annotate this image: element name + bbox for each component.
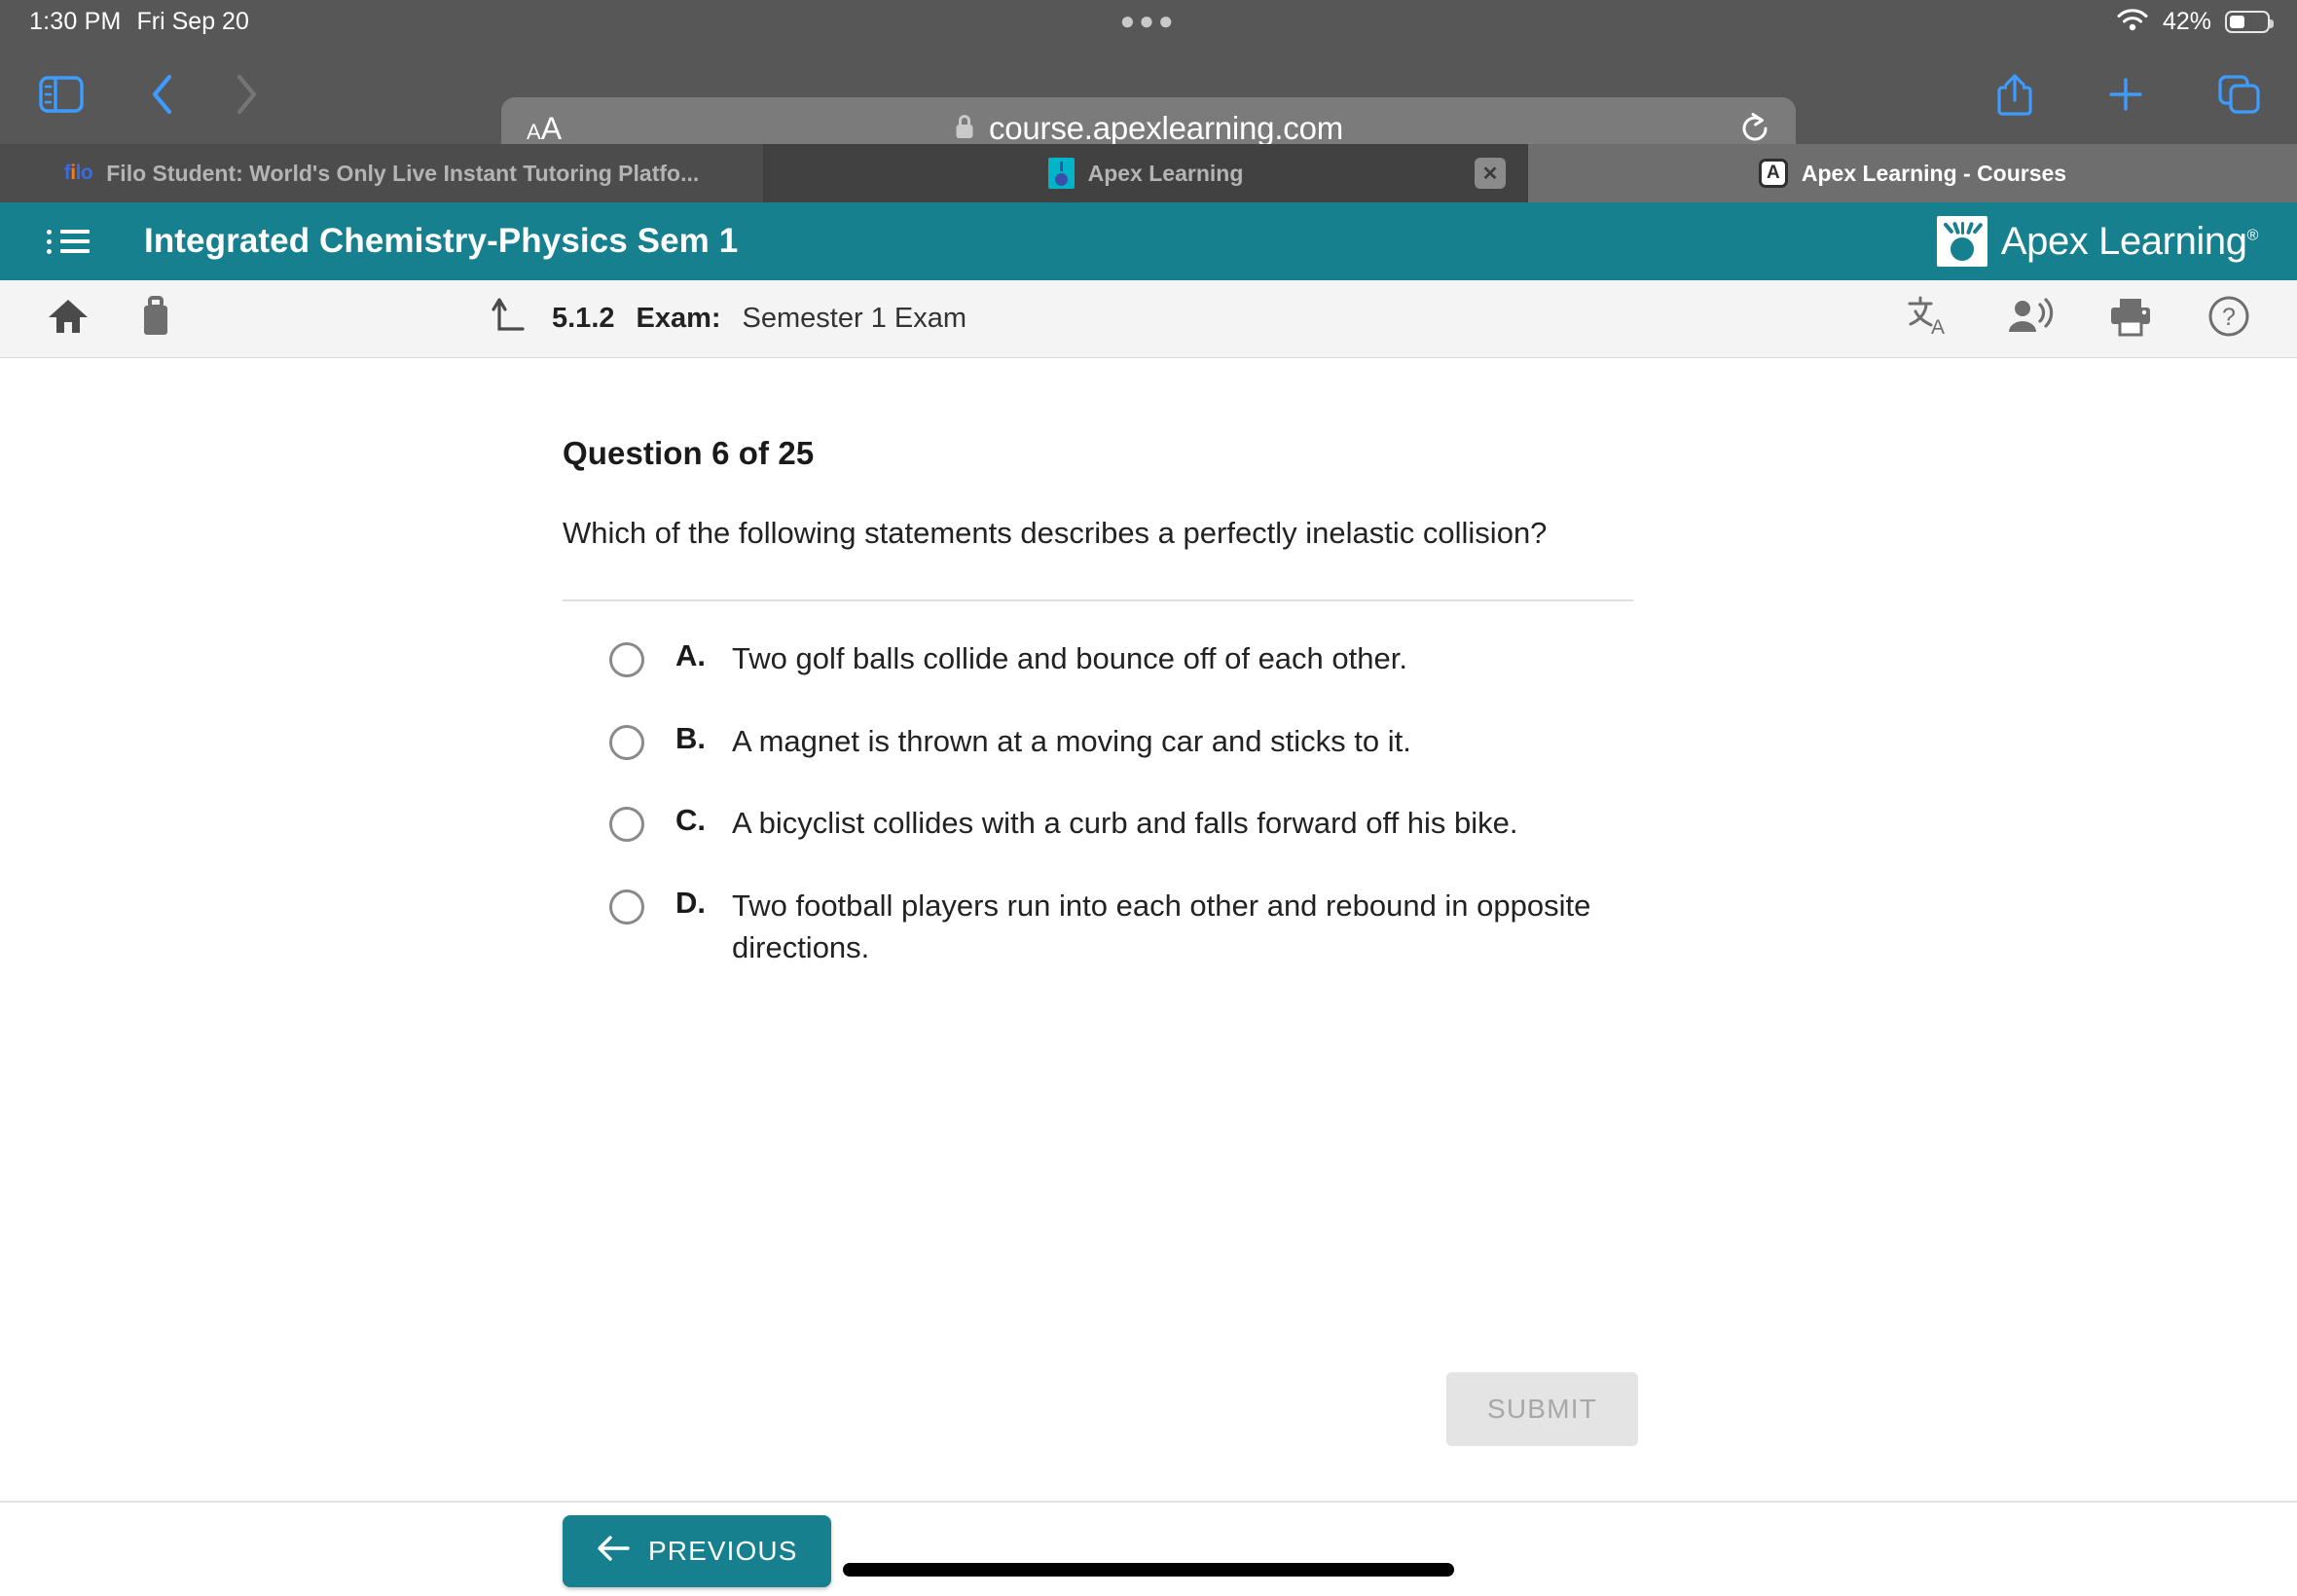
activity-toolbar-left [47,296,175,342]
tab-bar: filo Filo Student: World's Only Live Ins… [0,144,2297,202]
url-display[interactable]: course.apexlearning.com [501,110,1796,147]
plus-icon[interactable] [2106,75,2145,114]
ios-status-bar: 1:30 PM Fri Sep 20 ●●● 42% [0,0,2297,44]
activity-toolbar: 5.1.2 Exam: Semester 1 Exam A ? [0,280,2297,358]
safari-toolbar: AA course.apexlearning.com [0,44,2297,160]
exam-content: Question 6 of 25 Which of the following … [0,359,2297,1501]
help-circle-icon[interactable]: ? [2207,295,2250,343]
tab-label: Apex Learning [1087,160,1244,186]
filo-favicon: filo [63,162,93,184]
battery-percent: 42% [2162,8,2211,35]
wifi-icon [2116,7,2149,37]
option-letter: C. [675,803,706,838]
home-indicator[interactable] [843,1563,1454,1577]
apex-a-favicon: A [1758,159,1788,188]
apex-bulb-favicon [1047,158,1075,189]
battery-icon [2225,11,2274,33]
svg-text:A: A [1931,316,1945,338]
apex-lightbulb-logo [1936,216,1987,267]
close-icon[interactable]: ✕ [1475,158,1506,189]
option-letter: A. [675,637,706,672]
previous-button[interactable]: PREVIOUS [563,1515,831,1587]
brand-name: Apex Learning® [2000,219,2259,263]
submit-row: SUBMIT [563,1372,1638,1446]
forward-button [234,73,259,116]
tab-apex-learning-courses[interactable]: A Apex Learning - Courses [1528,144,2297,202]
arrow-left-icon [596,1534,631,1570]
question-block: Question 6 of 25 Which of the following … [563,435,1638,1010]
tabs-overview-icon[interactable] [2217,74,2262,115]
divider [563,598,1633,601]
activity-code: 5.1.2 [552,303,615,334]
radio-button[interactable] [609,889,644,925]
ipad-screen: 1:30 PM Fri Sep 20 ●●● 42% AA course.ape… [0,0,2297,1596]
option-d[interactable]: D. Two football players run into each ot… [609,886,1638,969]
briefcase-icon[interactable] [136,296,175,342]
status-bar-right: 42% [2116,0,2274,44]
radio-button[interactable] [609,807,644,843]
activity-name: Semester 1 Exam [742,303,967,334]
tab-apex-learning[interactable]: Apex Learning ✕ [764,144,1528,202]
back-button[interactable] [150,73,175,116]
apex-learning-logo: Apex Learning® [1936,216,2259,267]
activity-kind: Exam: [636,303,721,334]
page-title: Integrated Chemistry-Physics Sem 1 [144,222,739,260]
answer-options: A. Two golf balls collide and bounce off… [609,638,1638,969]
option-text: Two football players run into each other… [732,889,1591,964]
option-letter: D. [675,886,706,921]
exam-footer: PREVIOUS [0,1501,2297,1596]
reload-icon[interactable] [1737,111,1772,146]
course-header: Integrated Chemistry-Physics Sem 1 Apex … [0,202,2297,280]
option-text: A bicyclist collides with a curb and fal… [732,806,1518,841]
svg-text:?: ? [2222,304,2236,331]
submit-button[interactable]: SUBMIT [1446,1372,1638,1446]
safari-right-icons [1995,44,2262,144]
option-a[interactable]: A. Two golf balls collide and bounce off… [609,638,1638,680]
radio-button[interactable] [609,641,644,677]
option-b[interactable]: B. A magnet is thrown at a moving car an… [609,721,1638,763]
print-icon[interactable] [2108,296,2153,342]
tab-filo-student[interactable]: filo Filo Student: World's Only Live Ins… [0,144,764,202]
activity-toolbar-right: A ? [1906,295,2250,343]
url-text: course.apexlearning.com [988,110,1344,146]
question-heading: Question 6 of 25 [563,435,815,471]
option-text: Two golf balls collide and bounce off of… [732,640,1407,675]
level-up-arrow-icon[interactable] [492,296,530,342]
radio-button[interactable] [609,724,644,760]
option-letter: B. [675,720,706,755]
lock-icon [954,113,975,145]
tab-label: Apex Learning - Courses [1801,160,2067,186]
home-icon[interactable] [47,297,90,341]
option-text: A magnet is thrown at a moving car and s… [732,723,1411,758]
sidebar-icon[interactable] [39,75,84,114]
tab-label: Filo Student: World's Only Live Instant … [106,160,700,186]
multitask-handle[interactable]: ●●● [0,8,2297,33]
breadcrumb: 5.1.2 Exam: Semester 1 Exam [492,296,966,342]
previous-label: PREVIOUS [648,1536,798,1566]
share-icon[interactable] [1995,72,2034,117]
question-prompt: Which of the following statements descri… [563,516,1548,550]
read-aloud-icon[interactable] [2007,296,2054,342]
list-menu-icon[interactable] [47,225,90,259]
option-c[interactable]: C. A bicyclist collides with a curb and … [609,803,1638,845]
translate-icon[interactable]: A [1906,295,1952,343]
